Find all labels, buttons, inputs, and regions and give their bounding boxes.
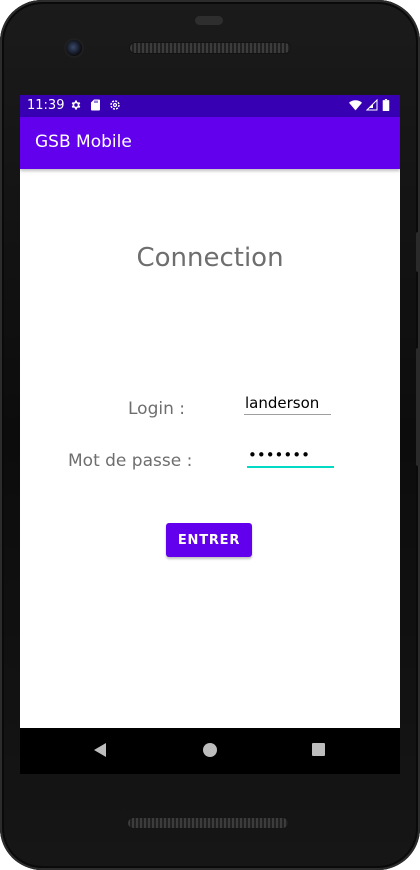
app-title: GSB Mobile (35, 132, 132, 152)
settings-alt-icon (110, 100, 120, 110)
status-time: 11:39 (27, 98, 65, 113)
password-input[interactable] (247, 444, 334, 468)
cell-signal-icon (366, 99, 378, 111)
back-icon[interactable] (92, 742, 108, 758)
power-button[interactable] (416, 232, 420, 272)
proximity-sensor (195, 16, 223, 25)
front-camera (66, 40, 82, 56)
app-bar: GSB Mobile (20, 117, 400, 169)
app-screen: 11:39 GSB Mobile Connection Login: land… (20, 95, 400, 728)
status-system-icons (349, 99, 390, 111)
home-icon[interactable] (202, 742, 218, 758)
status-bar: 11:39 (20, 95, 400, 117)
phone-frame: 11:39 GSB Mobile Connection Login: land… (0, 0, 420, 870)
bottom-speaker (128, 818, 288, 828)
password-label: Mot de passe : (68, 451, 193, 471)
navigation-bar (20, 728, 400, 774)
wifi-icon (349, 99, 362, 110)
settings-icon (71, 100, 81, 110)
recents-icon[interactable] (311, 742, 326, 757)
sd-card-icon (91, 99, 100, 111)
earpiece-speaker (130, 43, 290, 53)
volume-rocker[interactable] (416, 348, 420, 466)
status-notification-icons (70, 99, 121, 111)
battery-icon (382, 99, 390, 111)
login-label: Login : (128, 399, 185, 419)
login-input[interactable] (244, 391, 331, 415)
enter-button[interactable]: ENTRER (166, 523, 252, 557)
page-title: Connection (136, 243, 284, 273)
